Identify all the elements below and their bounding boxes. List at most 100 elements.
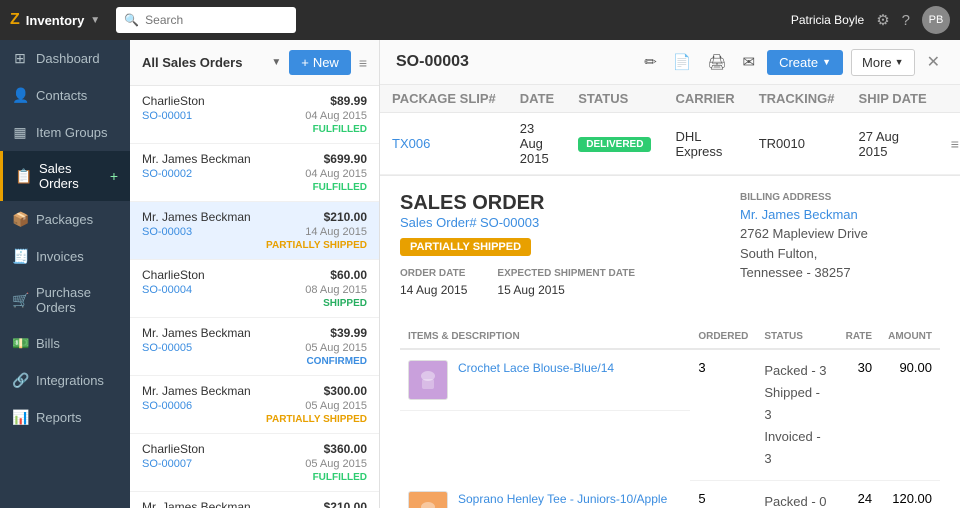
order-list-item[interactable]: Mr. James Beckman $39.99 SO-00005 05 Aug… bbox=[130, 318, 379, 376]
orders-list-header: All Sales Orders ▼ + New ≡ bbox=[130, 40, 379, 86]
search-input[interactable] bbox=[145, 13, 288, 27]
user-name: Patricia Boyle bbox=[791, 13, 864, 27]
order-id: SO-00007 bbox=[142, 458, 192, 470]
topbar-right: Patricia Boyle ⚙ ? PB bbox=[791, 6, 950, 34]
edit-icon[interactable]: ✏ bbox=[640, 49, 661, 75]
settings-icon[interactable]: ⚙ bbox=[876, 11, 889, 29]
pkg-date: 23 Aug 2015 bbox=[508, 113, 566, 175]
brand-dropdown-arrow[interactable]: ▼ bbox=[90, 15, 100, 26]
so-number-val: SO-00003 bbox=[480, 215, 539, 230]
item-amount: 120.00 bbox=[880, 481, 940, 508]
sidebar-item-item-groups[interactable]: ▦ Item Groups bbox=[0, 114, 130, 151]
billing-address: 2762 Mapleview Drive South Fulton, Tenne… bbox=[740, 224, 940, 283]
avatar[interactable]: PB bbox=[922, 6, 950, 34]
order-amount: $210.00 bbox=[324, 500, 367, 508]
sidebar-item-packages[interactable]: 📦 Packages bbox=[0, 201, 130, 238]
order-list-item[interactable]: Mr. James Beckman $210.00 SO-00008 05 Au… bbox=[130, 492, 379, 508]
order-customer: Mr. James Beckman bbox=[142, 210, 251, 224]
item-name[interactable]: Crochet Lace Blouse-Blue/14 bbox=[458, 360, 614, 377]
detail-body: SALES ORDER Sales Order# SO-00003 PARTIA… bbox=[380, 176, 960, 508]
sidebar-label-item-groups: Item Groups bbox=[36, 125, 118, 140]
pkg-tracking: TR0010 bbox=[747, 113, 847, 175]
main-layout: ⊞ Dashboard 👤 Contacts ▦ Item Groups 📋 S… bbox=[0, 40, 960, 508]
item-name[interactable]: Soprano Henley Tee - Juniors-10/Apple Bu… bbox=[458, 491, 682, 508]
sidebar-item-bills[interactable]: 💵 Bills bbox=[0, 325, 130, 362]
sidebar-label-packages: Packages bbox=[36, 212, 118, 227]
filter-icon[interactable]: ≡ bbox=[359, 55, 367, 71]
item-groups-icon: ▦ bbox=[12, 124, 28, 141]
order-list-item[interactable]: CharlieSton $60.00 SO-00004 08 Aug 2015 … bbox=[130, 260, 379, 318]
add-sales-order-icon[interactable]: + bbox=[110, 168, 118, 184]
sidebar-label-invoices: Invoices bbox=[36, 249, 118, 264]
package-table-wrap: PACKAGE SLIP# DATE STATUS CARRIER TRACKI… bbox=[380, 85, 960, 176]
shipment-date-label: EXPECTED SHIPMENT DATE bbox=[497, 268, 635, 279]
email-icon[interactable]: ✉ bbox=[739, 49, 760, 75]
help-icon[interactable]: ? bbox=[902, 12, 910, 29]
order-id: SO-00002 bbox=[142, 168, 192, 180]
order-list-item[interactable]: CharlieSton $360.00 SO-00007 05 Aug 2015… bbox=[130, 434, 379, 492]
detail-title: SO-00003 bbox=[396, 53, 630, 71]
billing-addr-line3: Tennessee - 38257 bbox=[740, 263, 940, 283]
more-label: More bbox=[862, 55, 892, 70]
search-bar[interactable]: 🔍 bbox=[116, 7, 296, 33]
order-status: FULFILLED bbox=[313, 182, 367, 193]
order-list-item[interactable]: CharlieSton $89.99 SO-00001 04 Aug 2015 … bbox=[130, 86, 379, 144]
purchase-orders-icon: 🛒 bbox=[12, 292, 28, 309]
order-list-item[interactable]: Mr. James Beckman $699.90 SO-00002 04 Au… bbox=[130, 144, 379, 202]
items-table: ITEMS & DESCRIPTION ORDERED STATUS RATE … bbox=[400, 325, 940, 508]
col-status: STATUS bbox=[566, 85, 663, 113]
sidebar-item-invoices[interactable]: 🧾 Invoices bbox=[0, 238, 130, 275]
sidebar-item-contacts[interactable]: 👤 Contacts bbox=[0, 77, 130, 114]
item-image bbox=[408, 360, 448, 400]
orders-items-list: CharlieSton $89.99 SO-00001 04 Aug 2015 … bbox=[130, 86, 379, 508]
order-amount: $699.90 bbox=[324, 152, 367, 166]
order-date-val: 14 Aug 2015 bbox=[400, 283, 467, 297]
order-date: 04 Aug 2015 bbox=[305, 168, 367, 180]
item-amount: 90.00 bbox=[880, 349, 940, 481]
so-header-row: SALES ORDER Sales Order# SO-00003 PARTIA… bbox=[400, 192, 940, 313]
detail-actions: ✏ 📄 🖨 ✉ Create ▼ More ▼ ✕ bbox=[640, 48, 944, 76]
contacts-icon: 👤 bbox=[12, 87, 28, 104]
detail-panel: SO-00003 ✏ 📄 🖨 ✉ Create ▼ More ▼ ✕ bbox=[380, 40, 960, 508]
billing-label: BILLING ADDRESS bbox=[740, 192, 940, 203]
print-icon[interactable]: 🖨 bbox=[703, 49, 730, 75]
orders-list-dropdown-icon[interactable]: ▼ bbox=[271, 57, 281, 68]
order-id: SO-00003 bbox=[142, 226, 192, 238]
new-order-button[interactable]: + New bbox=[289, 50, 351, 75]
order-list-item[interactable]: Mr. James Beckman $300.00 SO-00006 05 Au… bbox=[130, 376, 379, 434]
pkg-carrier: DHL Express bbox=[663, 113, 746, 175]
order-customer: Mr. James Beckman bbox=[142, 500, 251, 508]
sidebar-item-purchase-orders[interactable]: 🛒 Purchase Orders bbox=[0, 275, 130, 325]
sidebar-item-reports[interactable]: 📊 Reports bbox=[0, 399, 130, 436]
invoices-icon: 🧾 bbox=[12, 248, 28, 265]
shipment-date-val: 15 Aug 2015 bbox=[497, 283, 635, 297]
items-col-rate: RATE bbox=[838, 325, 880, 349]
item-status: Packed - 3Shipped - 3Invoiced - 3 bbox=[756, 349, 837, 481]
pdf-icon[interactable]: 📄 bbox=[669, 49, 696, 75]
sidebar-item-sales-orders[interactable]: 📋 Sales Orders + bbox=[0, 151, 130, 201]
pkg-slip[interactable]: TX006 bbox=[392, 136, 430, 151]
zoho-icon: Z bbox=[10, 11, 20, 29]
billing-addr-line1: 2762 Mapleview Drive bbox=[740, 224, 940, 244]
order-customer: Mr. James Beckman bbox=[142, 384, 251, 398]
more-button[interactable]: More ▼ bbox=[851, 49, 915, 76]
order-list-item[interactable]: Mr. James Beckman $210.00 SO-00003 14 Au… bbox=[130, 202, 379, 260]
order-customer: CharlieSton bbox=[142, 94, 205, 108]
order-status: CONFIRMED bbox=[306, 356, 367, 367]
pkg-menu-icon[interactable]: ≡ bbox=[951, 136, 959, 152]
close-icon[interactable]: ✕ bbox=[923, 48, 944, 76]
col-tracking: TRACKING# bbox=[747, 85, 847, 113]
order-customer: Mr. James Beckman bbox=[142, 326, 251, 340]
sidebar-label-reports: Reports bbox=[36, 410, 118, 425]
create-button[interactable]: Create ▼ bbox=[767, 50, 843, 75]
so-title: SALES ORDER bbox=[400, 192, 635, 215]
order-date: 04 Aug 2015 bbox=[305, 110, 367, 122]
order-amount: $89.99 bbox=[330, 94, 367, 108]
brand: Z Inventory ▼ bbox=[10, 11, 100, 29]
sidebar-item-integrations[interactable]: 🔗 Integrations bbox=[0, 362, 130, 399]
items-col-ordered: ORDERED bbox=[690, 325, 756, 349]
so-left: SALES ORDER Sales Order# SO-00003 PARTIA… bbox=[400, 192, 635, 313]
sidebar-item-dashboard[interactable]: ⊞ Dashboard bbox=[0, 40, 130, 77]
sidebar-label-bills: Bills bbox=[36, 336, 118, 351]
sidebar-label-contacts: Contacts bbox=[36, 88, 118, 103]
